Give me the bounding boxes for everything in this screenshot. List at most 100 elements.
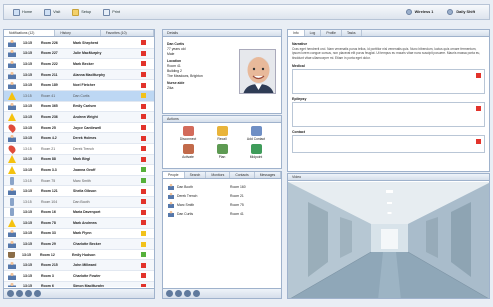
flag-icon[interactable] <box>141 103 146 109</box>
notification-row[interactable]: 13:15 Room 12 Emily Hudson <box>4 250 154 261</box>
flag-icon[interactable] <box>141 273 146 279</box>
person-icon <box>8 187 16 196</box>
notification-row[interactable]: 13:15 Room 211 Alanna MacMurphy <box>4 69 154 81</box>
warn-icon <box>8 218 16 227</box>
next-icon[interactable] <box>25 290 32 297</box>
action-recall-button[interactable]: Recall <box>205 126 239 141</box>
flag-icon[interactable] <box>141 283 146 287</box>
previous-icon[interactable] <box>175 290 182 297</box>
notification-time: 13:15 <box>23 273 32 278</box>
notification-row[interactable]: 13:15 Room 6 Simon MacMurphy <box>4 281 154 287</box>
flag-icon[interactable] <box>141 61 146 67</box>
flag-icon[interactable] <box>141 241 146 247</box>
flag-icon[interactable] <box>141 135 146 141</box>
notification-row[interactable]: 13:15 Room 121 Sheila Gibson <box>4 186 154 197</box>
tab-log[interactable]: Log <box>305 30 322 36</box>
notification-row[interactable]: 13:15 Room 227 Julie MacMurphy <box>4 48 154 60</box>
flag-icon[interactable] <box>141 40 146 46</box>
flag-icon[interactable] <box>141 125 146 131</box>
print-button[interactable]: Print <box>100 7 123 18</box>
medical-field[interactable] <box>292 68 485 94</box>
play-icon[interactable] <box>166 290 173 297</box>
key-icon <box>216 126 228 136</box>
flag-icon[interactable] <box>141 93 146 99</box>
flag-icon[interactable] <box>141 178 146 184</box>
tab-contacts[interactable]: Contacts <box>230 172 255 178</box>
stop-icon[interactable] <box>34 290 41 297</box>
notification-name: Emily Carlsen <box>73 104 97 109</box>
notification-row[interactable]: 13:15 Room 236 Andrew Wright <box>4 112 154 123</box>
person-icon <box>8 59 16 68</box>
previous-icon[interactable] <box>16 290 23 297</box>
flag-icon[interactable] <box>141 220 146 226</box>
flag-icon[interactable] <box>141 188 146 194</box>
notification-row[interactable]: 13:15 Room 4.2 Derek Holmes <box>4 133 154 144</box>
action-activate-button[interactable]: Activate <box>171 144 205 159</box>
shift-status[interactable]: Daily Shift <box>447 9 475 15</box>
notification-row[interactable]: 13:15 Room 78 Mark Andrews <box>4 218 154 229</box>
notification-row[interactable]: 13:15 Room 16 Maria Davenport <box>4 208 154 219</box>
person-name: Derek Trench <box>177 193 198 198</box>
visit-icon <box>44 8 52 16</box>
video-feed[interactable] <box>288 182 489 298</box>
tab-info[interactable]: Info <box>288 30 305 36</box>
notification-row[interactable]: 13:15 Room 21 Derek Trench <box>4 143 154 155</box>
home-button[interactable]: Home <box>10 7 35 18</box>
flag-icon[interactable] <box>141 199 146 205</box>
action-disconnect-button[interactable]: Disconnect <box>171 126 205 141</box>
notification-row[interactable]: 13:15 Room 104 Dan Booth <box>4 196 154 208</box>
people-row[interactable]: Marc Smith Room 75 <box>163 200 281 209</box>
tab-people[interactable]: People <box>163 172 185 178</box>
people-row[interactable]: Dan Curtis Room 41 <box>163 209 281 218</box>
notification-row[interactable]: 13:15 Room 75 Marc Smith <box>4 175 154 187</box>
notification-row[interactable]: 13:15 Room 3 Charlotte Fowler <box>4 271 154 282</box>
tab-messages[interactable]: Messages <box>255 172 282 178</box>
notification-room: Room 365 <box>41 104 58 109</box>
notification-row[interactable]: 13:15 Room 88 Mark Birgl <box>4 154 154 166</box>
flag-icon[interactable] <box>141 114 146 120</box>
flag-icon[interactable] <box>141 230 146 236</box>
notification-row[interactable]: 13:15 Room 33 Mark Flynn <box>4 229 154 240</box>
tab-tasks[interactable]: Tasks <box>342 30 362 36</box>
tab-profile[interactable]: Profile <box>321 30 342 36</box>
action-add-contact-button[interactable]: Add Contact <box>239 126 273 141</box>
notification-row[interactable]: 13:15 Room 41 Dan Curtis <box>4 90 154 102</box>
stop-icon[interactable] <box>193 290 200 297</box>
visit-label: Visit <box>53 10 61 14</box>
action-plan-button[interactable]: Plan <box>205 144 239 159</box>
epilepsy-field[interactable] <box>292 101 485 127</box>
notification-row[interactable]: 13:15 Room 29 Charlotte Becker <box>4 239 154 250</box>
wireless-status[interactable]: Wireless 1 <box>405 9 433 15</box>
notification-row[interactable]: 13:15 Room 226 Mark Shepherd <box>4 38 154 49</box>
people-row[interactable]: Dan Booth Room 160 <box>163 182 281 191</box>
visit-button[interactable]: Visit <box>41 7 63 18</box>
flag-icon[interactable] <box>141 262 146 268</box>
tab-history[interactable]: History <box>55 30 101 36</box>
flag-icon[interactable] <box>141 156 146 162</box>
flag-icon[interactable] <box>141 167 146 173</box>
flag-icon[interactable] <box>141 209 146 215</box>
flag-icon[interactable] <box>141 82 146 88</box>
notification-row[interactable]: 13:15 Room 222 Mark Becker <box>4 59 154 70</box>
notification-row[interactable]: 13:15 Room 215 John Millward <box>4 260 154 272</box>
action-midpoint-button[interactable]: Midpoint <box>239 144 273 159</box>
tab-favorites[interactable]: Favorites (10) <box>101 30 154 36</box>
setup-button[interactable]: Setup <box>69 7 94 18</box>
notification-time: 13:15 <box>23 114 32 119</box>
notification-row[interactable]: 13:15 Room 25 Joyce Cantlewell <box>4 122 154 134</box>
tab-search[interactable]: Search <box>185 172 207 178</box>
contact-field[interactable] <box>292 134 485 153</box>
play-icon[interactable] <box>7 290 14 297</box>
flag-icon[interactable] <box>141 146 146 152</box>
flag-icon[interactable] <box>141 72 146 78</box>
person-icon <box>8 70 16 79</box>
notification-row[interactable]: 13:15 Room 3.3 Joanna Geoff <box>4 165 154 176</box>
flag-icon[interactable] <box>141 252 146 258</box>
notification-row[interactable]: 13:15 Room 189 Noel Fletcher <box>4 80 154 91</box>
next-icon[interactable] <box>184 290 191 297</box>
tab-monitors[interactable]: Monitors <box>206 172 231 178</box>
people-row[interactable]: Derek Trench Room 21 <box>163 191 281 200</box>
notification-row[interactable]: 13:15 Room 365 Emily Carlsen <box>4 102 154 113</box>
flag-icon[interactable] <box>141 50 146 56</box>
tab-notifications[interactable]: Notifications (12) <box>4 30 56 36</box>
